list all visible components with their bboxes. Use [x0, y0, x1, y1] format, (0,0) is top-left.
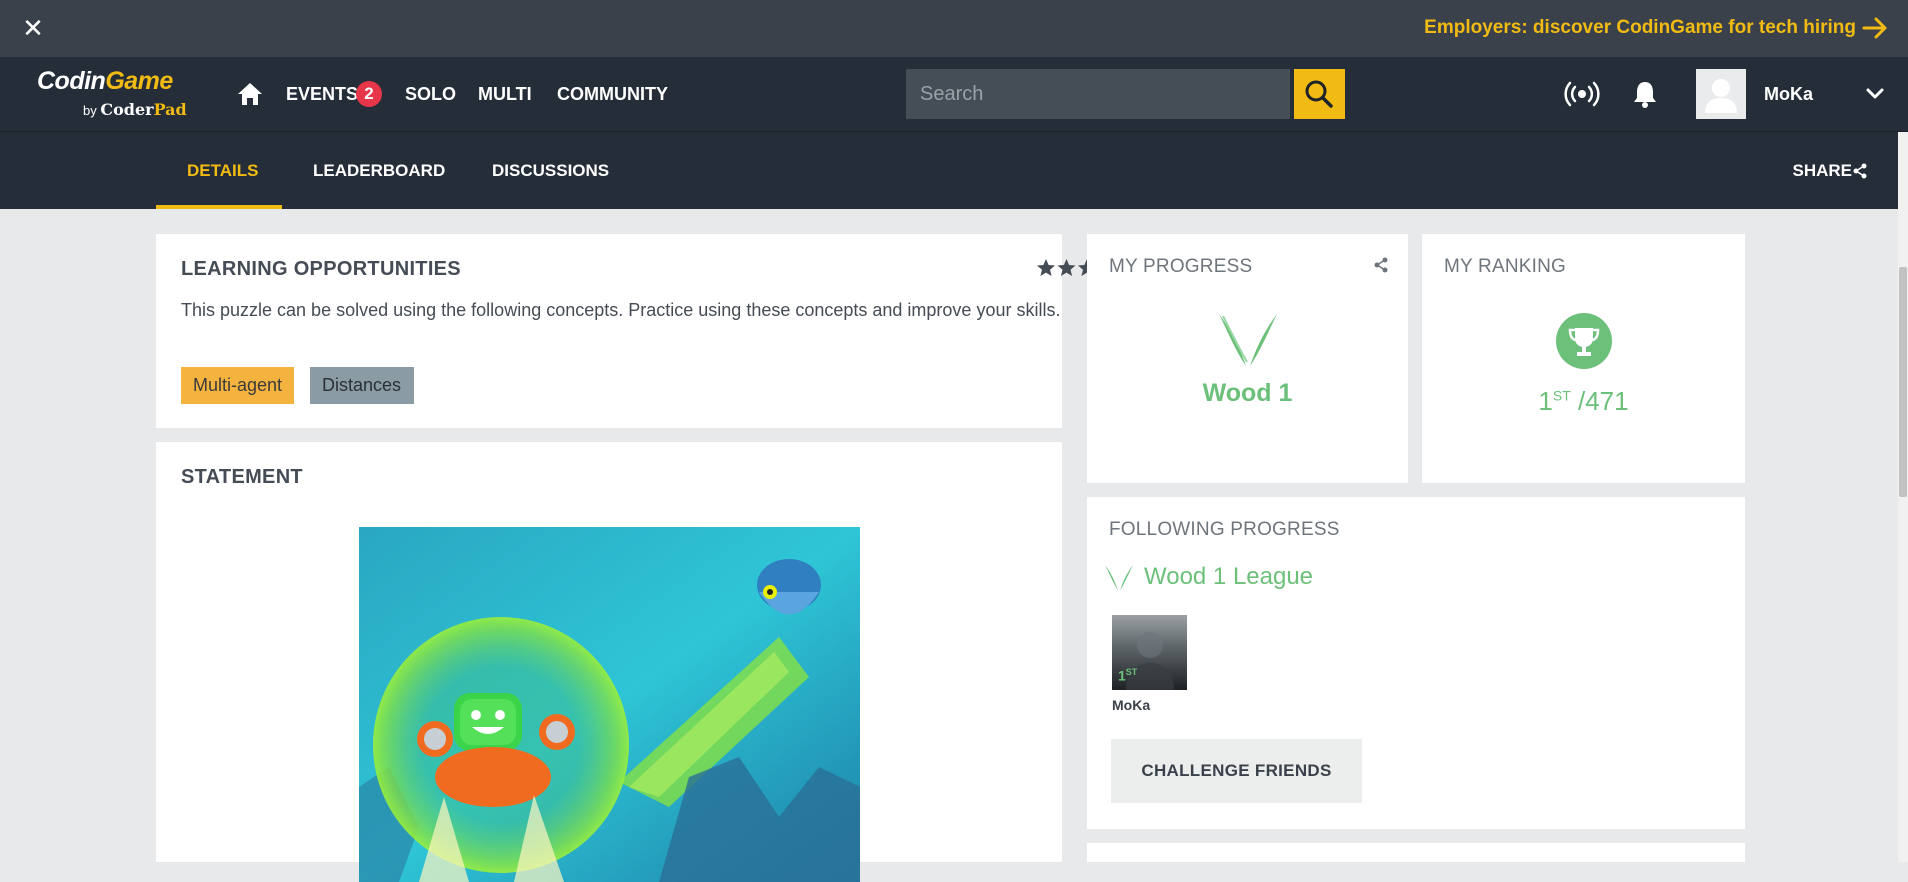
arrow-right-icon[interactable]	[1862, 14, 1888, 42]
search-input[interactable]	[906, 69, 1290, 119]
next-card	[1087, 843, 1745, 862]
bell-icon[interactable]	[1632, 79, 1658, 109]
employers-banner: ✕ Employers: discover CodinGame for tech…	[0, 0, 1908, 57]
live-broadcast-icon[interactable]	[1563, 80, 1601, 108]
following-league-name: Wood 1 League	[1144, 563, 1314, 590]
my-progress-label: MY PROGRESS	[1109, 256, 1253, 277]
username-label[interactable]: MoKa	[1764, 84, 1813, 105]
tab-discussions[interactable]: DISCUSSIONS	[492, 161, 609, 181]
wood-league-icon	[1219, 314, 1277, 366]
friend-rank-badge: 1ST	[1118, 667, 1138, 684]
search-button[interactable]	[1294, 69, 1345, 119]
my-progress-card: MY PROGRESS Wood 1	[1087, 234, 1408, 483]
nav-events[interactable]: EVENTS	[286, 84, 358, 105]
challenge-friends-button[interactable]: CHALLENGE FRIENDS	[1111, 739, 1362, 803]
events-count-badge: 2	[356, 81, 382, 107]
share-icon[interactable]	[1374, 257, 1388, 273]
employers-link[interactable]: Employers: discover CodinGame for tech h…	[1424, 17, 1856, 39]
share-button[interactable]: SHARE	[1792, 161, 1852, 181]
close-icon[interactable]: ✕	[19, 14, 47, 42]
home-icon[interactable]	[236, 81, 264, 107]
trophy-icon	[1556, 313, 1612, 369]
my-ranking-label: MY RANKING	[1444, 256, 1567, 277]
logo-wordmark: CodinGame	[37, 67, 173, 95]
my-rank-value: 1ST /471	[1538, 386, 1629, 416]
my-ranking-card: MY RANKING 1ST /471	[1422, 234, 1745, 483]
following-progress-label: FOLLOWING PROGRESS	[1109, 519, 1340, 540]
chevron-down-icon[interactable]	[1865, 84, 1885, 104]
tag-multi-agent[interactable]: Multi-agent	[181, 367, 295, 404]
learning-opportunities-panel: LEARNING OPPORTUNITIES 107 This puzzle c…	[156, 234, 1194, 428]
wood-league-icon	[1105, 565, 1133, 591]
friend-name[interactable]: MoKa	[1112, 697, 1150, 713]
scrollbar-thumb[interactable]	[1899, 267, 1907, 497]
user-avatar[interactable]	[1696, 69, 1746, 119]
puzzle-subnav: DETAILS LEADERBOARD DISCUSSIONS SHARE	[0, 132, 1898, 209]
user-silhouette-icon	[1705, 79, 1737, 113]
share-icon[interactable]	[1853, 163, 1867, 179]
codingame-logo[interactable]: CodinGame by CoderPad	[37, 67, 207, 125]
statement-illustration	[359, 527, 860, 882]
statement-title: STATEMENT	[181, 466, 303, 488]
main-navbar: CodinGame by CoderPad EVENTS 2 SOLO MULT…	[0, 57, 1908, 132]
nav-solo[interactable]: SOLO	[405, 84, 456, 105]
nav-multi[interactable]: MULTI	[478, 84, 532, 105]
logo-byline: by CoderPad	[83, 100, 187, 119]
following-progress-card: FOLLOWING PROGRESS Wood 1 League 1ST MoK…	[1087, 497, 1745, 829]
learning-description: This puzzle can be solved using the foll…	[181, 300, 1061, 320]
page-scrollbar[interactable]	[1898, 132, 1908, 862]
tab-details[interactable]: DETAILS	[187, 161, 258, 181]
my-league-name: Wood 1	[1202, 379, 1293, 407]
statement-panel: STATEMENT	[156, 442, 1062, 882]
nav-community[interactable]: COMMUNITY	[557, 84, 668, 105]
active-tab-indicator	[156, 205, 282, 209]
tab-leaderboard[interactable]: LEADERBOARD	[313, 161, 445, 181]
learning-opportunities-title: LEARNING OPPORTUNITIES	[181, 258, 461, 280]
tag-distances[interactable]: Distances	[310, 367, 414, 404]
search-icon	[1305, 80, 1333, 108]
friend-avatar[interactable]: 1ST	[1112, 615, 1187, 690]
